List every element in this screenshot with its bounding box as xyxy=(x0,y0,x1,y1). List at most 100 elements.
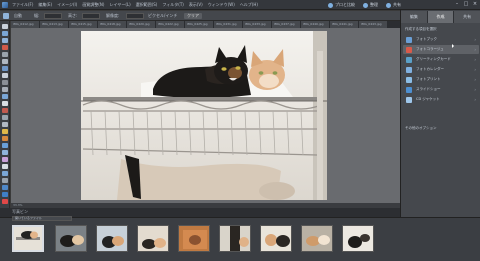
hand-tool-icon[interactable] xyxy=(2,38,8,43)
clone-stamp-tool-icon[interactable] xyxy=(2,115,8,120)
bin-show-select[interactable]: 開いているファイル xyxy=(12,216,72,221)
create-photo-print[interactable]: フォトプリント › xyxy=(403,75,479,84)
thumbnail[interactable] xyxy=(55,225,87,252)
thumbnail[interactable] xyxy=(178,225,210,252)
photo-print-icon xyxy=(406,76,412,83)
share-button[interactable]: 共有 xyxy=(384,1,403,9)
height-input[interactable] xyxy=(82,13,100,19)
doc-tab[interactable]: IMG_0415.jpg xyxy=(69,21,97,28)
content-aware-tool-icon[interactable] xyxy=(2,199,8,204)
pencil-tool-icon[interactable] xyxy=(2,129,8,134)
menu-view[interactable]: 表示(V) xyxy=(189,2,203,8)
photo-book-icon xyxy=(406,36,412,43)
menu-layer[interactable]: レイヤー(L) xyxy=(109,2,130,8)
eraser-tool-icon[interactable] xyxy=(2,122,8,127)
resolution-input[interactable] xyxy=(126,13,144,19)
doc-tab[interactable]: IMG_0422.jpg xyxy=(156,21,184,28)
thumbnail[interactable] xyxy=(137,225,169,252)
type-tool-icon[interactable] xyxy=(2,80,8,85)
thumbnail[interactable] xyxy=(260,225,292,252)
brush-tool-icon[interactable] xyxy=(2,136,8,141)
clear-button[interactable]: クリア xyxy=(184,13,202,19)
doc-tab[interactable]: IMG_0433.jpg xyxy=(243,21,271,28)
menu-filter[interactable]: フィルタ(T) xyxy=(162,2,183,8)
menu-window[interactable]: ウィンドウ(W) xyxy=(208,2,235,8)
smart-brush-tool-icon[interactable] xyxy=(2,143,8,148)
canvas-area[interactable] xyxy=(11,28,400,203)
compare-button[interactable]: プロと比較 xyxy=(326,1,357,9)
doc-tab[interactable]: IMG_0440.jpg xyxy=(301,21,329,28)
doc-tab[interactable]: IMG_0431.jpg xyxy=(214,21,242,28)
chevron-right-icon: › xyxy=(474,47,476,52)
eyedropper-tool-icon[interactable] xyxy=(2,45,8,50)
create-photo-book[interactable]: フォトブック › xyxy=(403,35,479,44)
tab-create[interactable]: 作成 xyxy=(427,11,455,23)
quick-selection-tool-icon[interactable] xyxy=(2,73,8,78)
thumbnail-selected[interactable] xyxy=(12,225,44,252)
organize-button[interactable]: 整理 xyxy=(361,1,380,9)
tab-share[interactable]: 共有 xyxy=(454,11,480,23)
slideshow-icon xyxy=(406,86,412,93)
create-slideshow[interactable]: スライドショー › xyxy=(403,85,479,94)
bin-show-label: 開いているファイル xyxy=(15,216,42,220)
menu-select[interactable]: 選択範囲(S) xyxy=(136,2,158,8)
menu-bar: ファイル(F) 編集(E) イメージ(I) 画質調整(N) レイヤー(L) 選択… xyxy=(0,0,480,10)
tab-edit[interactable]: 編集 xyxy=(401,11,428,23)
chevron-right-icon: › xyxy=(474,77,476,82)
more-options-link[interactable]: その他のオプション xyxy=(405,125,437,131)
thumbnail[interactable] xyxy=(342,225,374,252)
healing-brush-tool-icon[interactable] xyxy=(2,108,8,113)
thumbnail[interactable] xyxy=(219,225,251,252)
minimize-button[interactable]: – xyxy=(454,1,460,8)
doc-tab[interactable]: IMG_0420.jpg xyxy=(127,21,155,28)
thumbnail-image xyxy=(138,226,168,251)
doc-tab[interactable]: IMG_0418.jpg xyxy=(98,21,126,28)
move-tool-icon[interactable] xyxy=(2,24,8,29)
cookie-cutter-tool-icon[interactable] xyxy=(2,192,8,197)
create-item-label: スライドショー xyxy=(416,87,441,91)
lasso-tool-icon[interactable] xyxy=(2,59,8,64)
create-greeting-card[interactable]: グリーティングカード › xyxy=(403,55,479,64)
photo-bin xyxy=(0,217,480,261)
doc-tab[interactable]: IMG_0413.jpg xyxy=(40,21,68,28)
blur-tool-icon[interactable] xyxy=(2,171,8,176)
gradient-tool-icon[interactable] xyxy=(2,157,8,162)
shape-tool-icon[interactable] xyxy=(2,164,8,169)
photo-calendar-icon xyxy=(406,66,412,73)
menu-help[interactable]: ヘルプ(H) xyxy=(240,2,258,8)
option-mode[interactable]: 自動 xyxy=(14,13,22,19)
menu-file[interactable]: ファイル(F) xyxy=(12,2,33,8)
doc-tab[interactable]: IMG_0441.jpg xyxy=(330,21,358,28)
width-input[interactable] xyxy=(44,13,62,19)
resolution-unit-select[interactable]: ピクセル/インチ xyxy=(148,13,177,19)
menu-image[interactable]: イメージ(I) xyxy=(57,2,77,8)
create-item-label: フォトコラージュ xyxy=(416,47,444,51)
task-panel: 編集 作成 共有 作成する項目を選択 フォトブック › フォトコラージュ › グ… xyxy=(400,10,480,217)
magic-wand-tool-icon[interactable] xyxy=(2,66,8,71)
document-photo[interactable] xyxy=(81,31,327,200)
chevron-right-icon: › xyxy=(474,97,476,102)
doc-tab[interactable]: IMG_0425.jpg xyxy=(185,21,213,28)
paint-bucket-tool-icon[interactable] xyxy=(2,150,8,155)
close-button[interactable]: × xyxy=(472,1,478,8)
doc-tab[interactable]: IMG_0443.jpg xyxy=(359,21,387,28)
doc-tab[interactable]: IMG_0412.jpg xyxy=(11,21,39,28)
create-cd-jacket[interactable]: CD ジャケット › xyxy=(403,95,479,104)
menu-enhance[interactable]: 画質調整(N) xyxy=(82,2,104,8)
maximize-button[interactable]: □ xyxy=(463,1,469,8)
marquee-tool-icon[interactable] xyxy=(2,52,8,57)
create-photo-collage[interactable]: フォトコラージュ › xyxy=(403,45,479,54)
red-eye-tool-icon[interactable] xyxy=(2,101,8,106)
crop-tool-icon[interactable] xyxy=(2,87,8,92)
thumbnail[interactable] xyxy=(96,225,128,252)
zoom-tool-icon[interactable] xyxy=(2,31,8,36)
sponge-tool-icon[interactable] xyxy=(2,178,8,183)
share-label: 共有 xyxy=(393,2,401,7)
create-photo-calendar[interactable]: フォトカレンダー › xyxy=(403,65,479,74)
doc-tab[interactable]: IMG_0437.jpg xyxy=(272,21,300,28)
thumbnail[interactable] xyxy=(301,225,333,252)
crop-tool-icon[interactable] xyxy=(3,13,9,19)
recompose-tool-icon[interactable] xyxy=(2,94,8,99)
straighten-tool-icon[interactable] xyxy=(2,185,8,190)
menu-edit[interactable]: 編集(E) xyxy=(38,2,52,8)
